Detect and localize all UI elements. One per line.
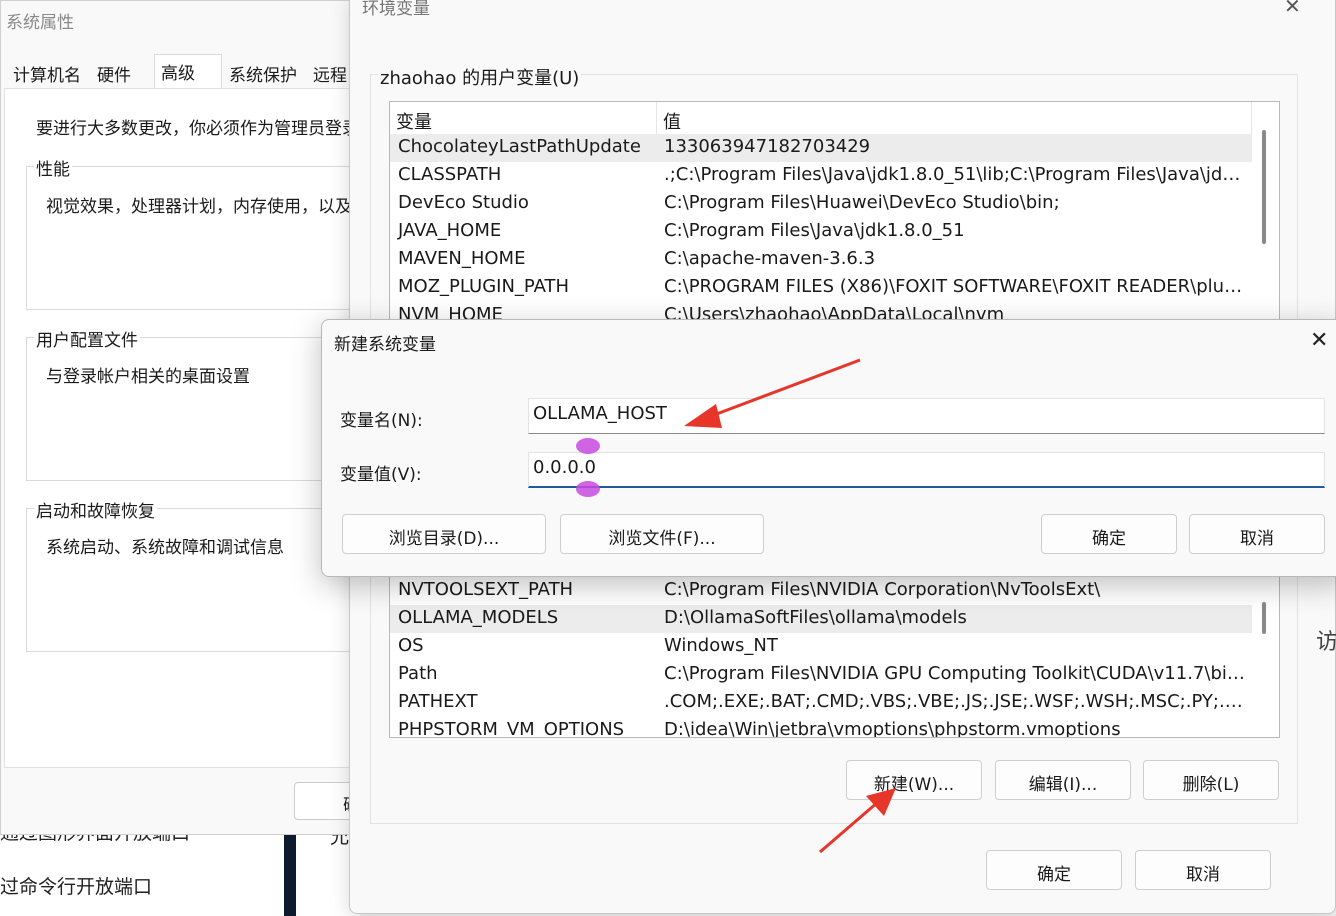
arrow-to-new-button xyxy=(819,788,896,854)
annotation-arrows xyxy=(684,358,896,854)
arrow-to-variable-name xyxy=(684,358,861,428)
